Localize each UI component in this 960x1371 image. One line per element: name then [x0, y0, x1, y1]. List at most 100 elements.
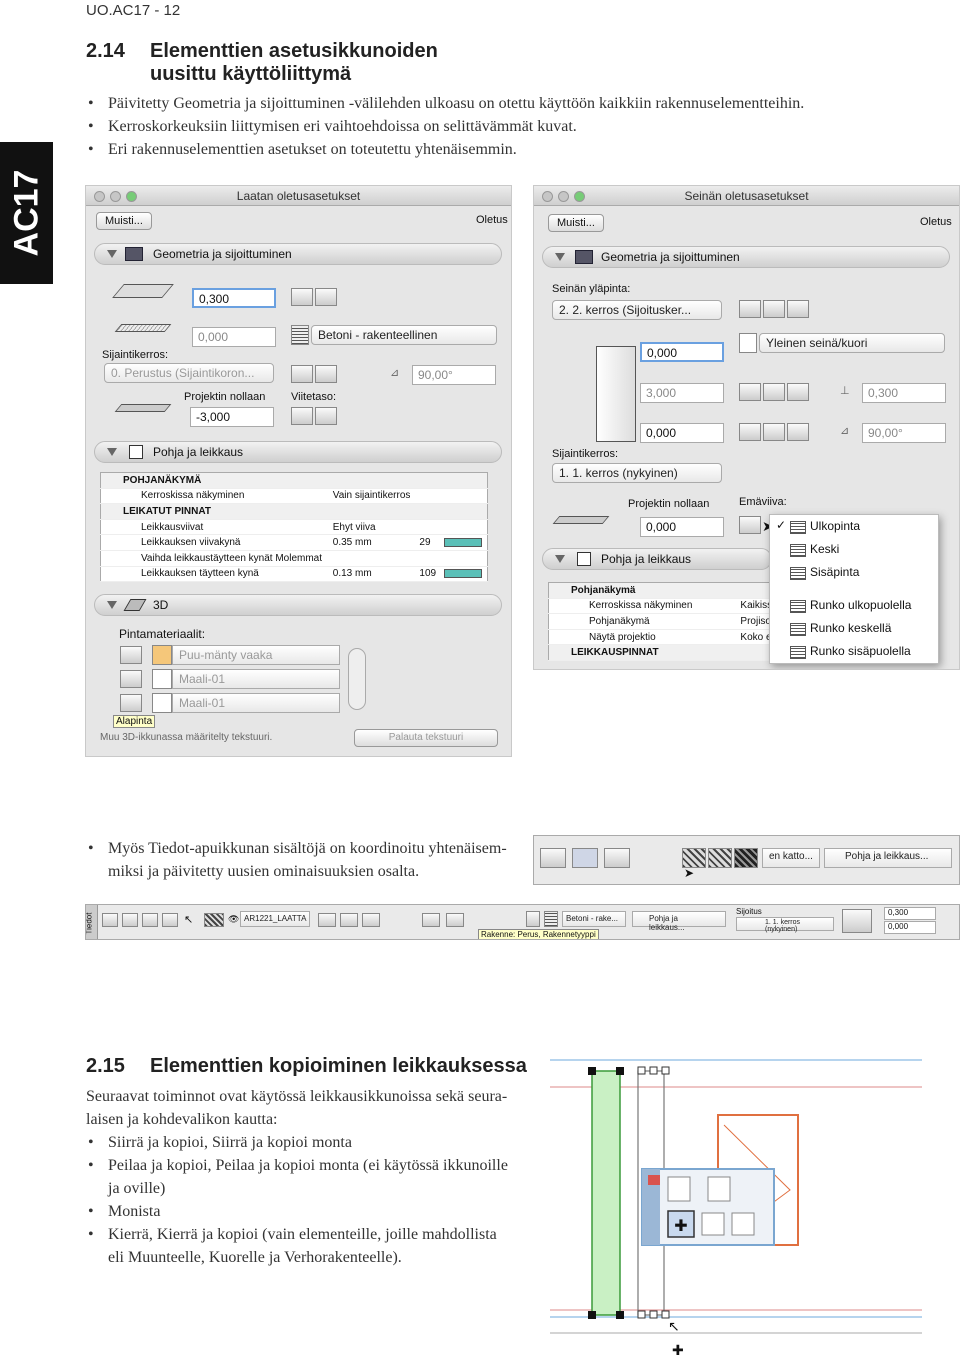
node-handle[interactable]: [649, 1066, 658, 1075]
edge-angle-field[interactable]: 90,00°: [412, 365, 496, 385]
structure-profile-icon[interactable]: [787, 383, 809, 401]
toolbar-icon[interactable]: [142, 913, 158, 927]
slab-offset-field[interactable]: 0,000: [192, 327, 276, 347]
property-row[interactable]: Kerroskissa näkyminen Vain sijaintikerros: [100, 488, 488, 505]
menu-item-runko-sisa[interactable]: Runko sisäpuolella: [770, 640, 938, 663]
info-story-select[interactable]: 1. 1. kerros (nykyinen): [736, 917, 834, 933]
wall-trapezoid-icon[interactable]: [787, 300, 809, 318]
property-row[interactable]: Pohjanäkymä: [548, 582, 788, 599]
reference-icon[interactable]: [446, 913, 464, 927]
node-handle[interactable]: [588, 1311, 596, 1319]
wall-material-select[interactable]: Yleinen seinä/kuori: [759, 333, 945, 353]
thickness-icon[interactable]: [422, 913, 440, 927]
surface-select-edge[interactable]: Maali-01: [172, 669, 340, 689]
node-handle[interactable]: [637, 1066, 646, 1075]
menu-item-sisapinta[interactable]: Sisäpinta: [770, 561, 938, 584]
geometry-section-header[interactable]: Geometria ja sijoittuminen: [542, 246, 950, 268]
slab-bottom-icon[interactable]: [362, 913, 380, 927]
slab-thickness-field[interactable]: 0,300: [192, 288, 276, 308]
property-row[interactable]: Kerroskissa näkyminen Kaikiss: [548, 598, 788, 615]
property-row[interactable]: Näytä projektio Koko e: [548, 629, 788, 646]
wall-double-slanted-icon[interactable]: [787, 423, 809, 441]
info-plan-select[interactable]: Pohja ja leikkaus...: [824, 848, 952, 868]
surface-swatch-top[interactable]: [152, 645, 172, 665]
memory-button[interactable]: Muisti...: [548, 214, 604, 232]
property-row[interactable]: LEIKATUT PINNAT: [100, 503, 488, 520]
structure-basic-icon[interactable]: [739, 383, 761, 401]
info-tab[interactable]: Tiedot: [86, 905, 98, 939]
geometry-section-header[interactable]: Geometria ja sijoittuminen: [94, 243, 502, 265]
material-select[interactable]: Betoni - rakenteellinen: [311, 325, 497, 345]
structure-icon[interactable]: [526, 911, 540, 927]
toolbar-icon[interactable]: [162, 913, 178, 927]
structure-basic-icon[interactable]: [291, 288, 313, 306]
node-handle[interactable]: [661, 1310, 670, 1319]
hatch-icon-1[interactable]: [682, 848, 706, 868]
pen-color-swatch[interactable]: [444, 569, 483, 579]
edge-angle-icon[interactable]: [315, 365, 337, 383]
edge-perpendicular-icon[interactable]: [291, 365, 313, 383]
home-story-select[interactable]: 0. Perustus (Sijaintikoron...: [104, 363, 274, 383]
toolbar-icon[interactable]: [102, 913, 118, 927]
move-node-icon[interactable]: [667, 1176, 691, 1202]
offset-icon[interactable]: [707, 1176, 731, 1202]
node-handle[interactable]: [616, 1067, 624, 1075]
info-material-select[interactable]: en katto...: [762, 848, 820, 868]
node-handle[interactable]: [661, 1066, 670, 1075]
menu-item-runko-ulko[interactable]: Runko ulkopuolella: [770, 594, 938, 617]
structure-composite-icon[interactable]: [763, 383, 785, 401]
mirror-icon[interactable]: [731, 1212, 755, 1236]
plan-section-header[interactable]: Pohja ja leikkaus: [542, 548, 772, 570]
wall-vertical-icon[interactable]: [739, 423, 761, 441]
slab-bottom-icon[interactable]: [604, 848, 630, 868]
surface-select-bottom[interactable]: Maali-01: [172, 693, 340, 713]
3d-section-header[interactable]: 3D: [94, 594, 502, 616]
menu-item-runko-keski[interactable]: Runko keskellä: [770, 617, 938, 640]
info-thickness-field[interactable]: 0,300: [884, 907, 936, 920]
node-handle[interactable]: [588, 1067, 596, 1075]
property-row[interactable]: Pohjanäkymä Projiso: [548, 613, 788, 630]
projection-field[interactable]: -3,000: [190, 407, 274, 427]
slab-edge-icon[interactable]: [340, 913, 358, 927]
reference-line-icon[interactable]: [739, 516, 761, 534]
info-material-select[interactable]: Betoni - rake...: [562, 911, 626, 927]
wall-height-field[interactable]: 0,000: [640, 342, 724, 362]
memory-button[interactable]: Muisti...: [96, 212, 152, 230]
info-plan-select[interactable]: Pohja ja leikkaus...: [632, 911, 726, 932]
surface-select-top[interactable]: Puu-mänty vaaka: [172, 645, 340, 665]
projection-field[interactable]: 0,000: [640, 517, 724, 537]
reference-bottom-icon[interactable]: [315, 407, 337, 425]
pen-color-swatch[interactable]: [444, 538, 483, 548]
plan-section-header[interactable]: Pohja ja leikkaus: [94, 441, 502, 463]
info-offset-field[interactable]: 0,000: [884, 921, 936, 934]
node-handle[interactable]: [649, 1310, 658, 1319]
rotate-icon[interactable]: [701, 1212, 725, 1236]
hatch-icon-3[interactable]: [734, 848, 758, 868]
wall-offset-field[interactable]: 0,000: [640, 423, 724, 443]
wall-angle-field[interactable]: 90,00°: [862, 423, 946, 443]
wall-curved-icon[interactable]: [763, 300, 785, 318]
home-story-select[interactable]: 1. 1. kerros (nykyinen): [552, 463, 722, 483]
hatch-icon-2[interactable]: [708, 848, 732, 868]
node-handle[interactable]: [616, 1311, 624, 1319]
wall-thickness2-field[interactable]: 0,300: [862, 383, 946, 403]
slab-tool-icon[interactable]: [540, 848, 566, 868]
property-row[interactable]: LEIKKAUSPINNAT: [548, 644, 788, 661]
property-row[interactable]: Leikkauksen viivakynä 0.35 mm 29: [100, 534, 488, 551]
wall-slanted-icon[interactable]: [763, 423, 785, 441]
surface-swatch-bottom[interactable]: [152, 693, 172, 713]
reset-texture-button[interactable]: Palauta tekstuuri: [354, 729, 498, 747]
selected-wall[interactable]: [591, 1070, 621, 1316]
wall-straight-icon[interactable]: [739, 300, 761, 318]
slab-edge-icon[interactable]: [572, 848, 598, 868]
menu-item-ulkopinta[interactable]: ✓ Ulkopinta: [770, 515, 938, 538]
property-row[interactable]: Leikkauksen täytteen kynä 0.13 mm 109: [100, 566, 488, 583]
node-handle[interactable]: [637, 1310, 646, 1319]
property-row[interactable]: Vaihda leikkaustäytteen kynät Molemmat: [100, 550, 488, 567]
reference-top-icon[interactable]: [291, 407, 313, 425]
property-row[interactable]: Leikkausviivat Ehyt viiva: [100, 519, 488, 536]
property-row[interactable]: POHJANÄKYMÄ: [100, 472, 488, 489]
eye-icon[interactable]: 👁: [228, 914, 239, 925]
chain-link-icon[interactable]: [348, 648, 366, 710]
menu-item-keski[interactable]: Keski: [770, 538, 938, 561]
